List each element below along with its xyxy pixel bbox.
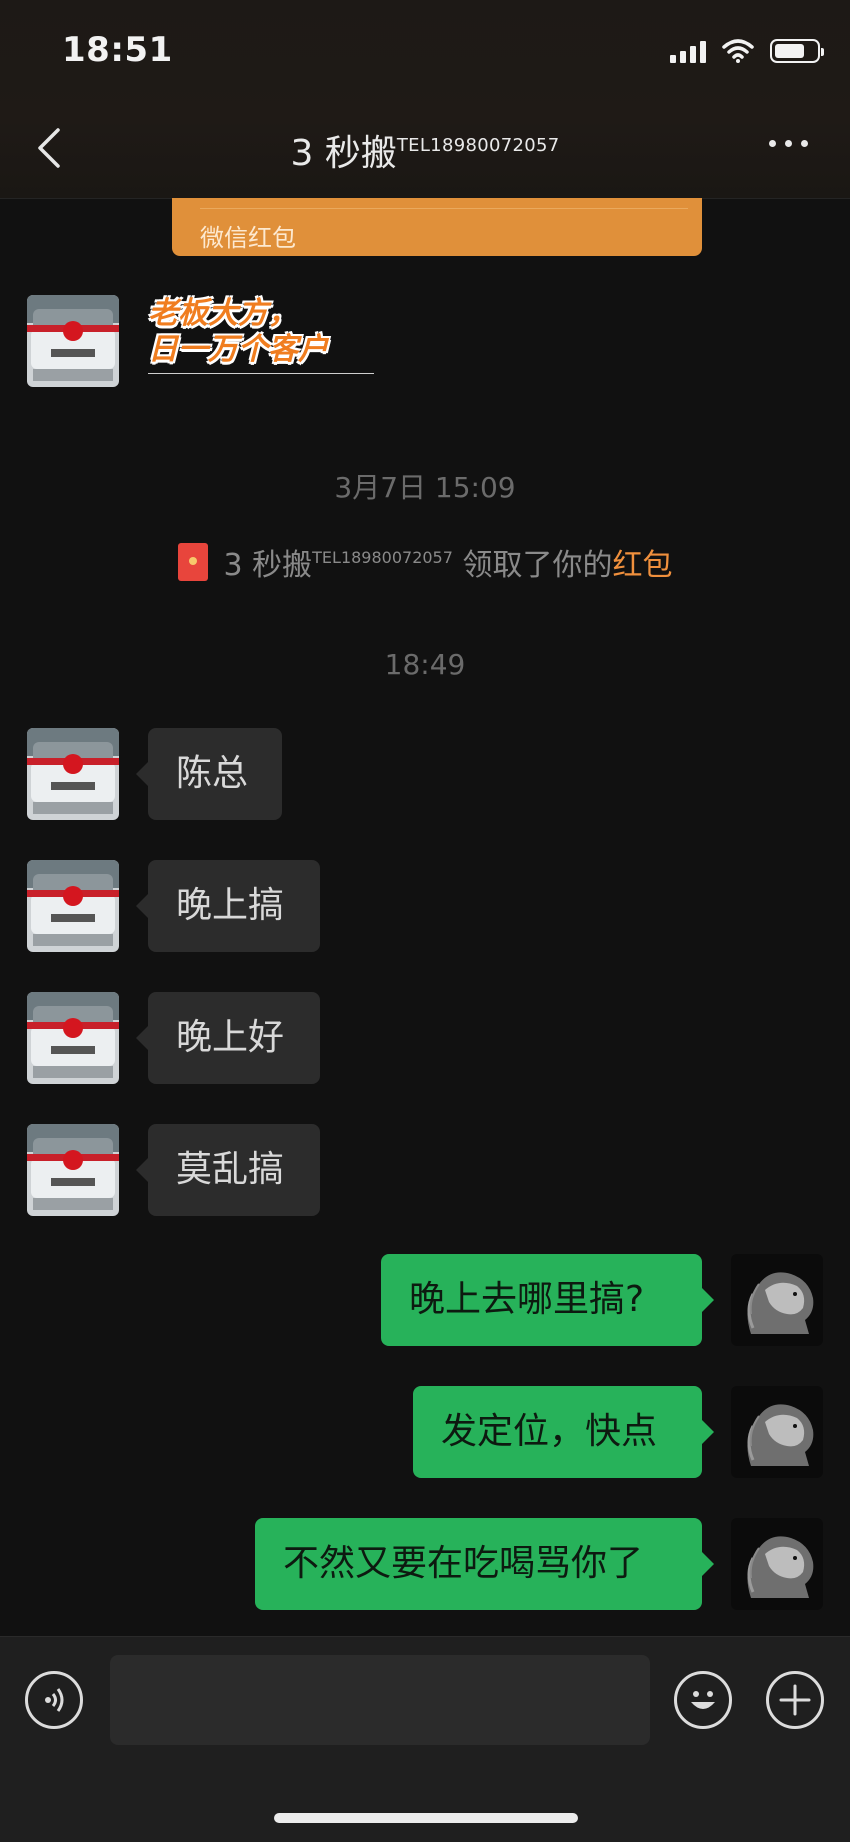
- more-icon[interactable]: [769, 140, 808, 147]
- system-message: 3 秒搬TEL18980072057 领取了你的红包: [0, 540, 850, 584]
- system-text: 领取了你的: [462, 548, 613, 583]
- contact-avatar[interactable]: [27, 1124, 119, 1216]
- system-sender-tel: TEL18980072057: [312, 548, 453, 567]
- my-avatar[interactable]: [731, 1518, 823, 1610]
- outgoing-message[interactable]: 晚上去哪里搞?: [381, 1254, 714, 1346]
- contact-avatar[interactable]: [27, 860, 119, 952]
- red-packet-link[interactable]: 红包: [612, 548, 672, 583]
- battery-icon: [770, 39, 824, 63]
- contact-avatar[interactable]: [27, 295, 119, 387]
- my-avatar[interactable]: [731, 1254, 823, 1346]
- timestamp: 18:49: [384, 648, 466, 681]
- input-bar: [0, 1636, 850, 1842]
- contact-avatar[interactable]: [27, 728, 119, 820]
- chat-title: 3 秒搬TEL18980072057: [0, 124, 850, 176]
- status-icons: [670, 36, 824, 66]
- home-indicator: [274, 1813, 578, 1823]
- chat-title-tel: TEL18980072057: [396, 135, 560, 156]
- incoming-message[interactable]: 莫乱搞: [136, 1124, 320, 1216]
- sticker-line2: 日一万个客户: [148, 332, 328, 367]
- my-avatar[interactable]: [731, 1386, 823, 1478]
- outgoing-message[interactable]: 不然又要在吃喝骂你了: [255, 1518, 714, 1610]
- wifi-icon: [722, 39, 754, 63]
- sticker-line1: 老板大方，: [148, 296, 298, 331]
- contact-avatar[interactable]: [27, 992, 119, 1084]
- add-icon[interactable]: [766, 1671, 824, 1729]
- red-packet-label: 微信红包: [200, 224, 296, 252]
- timestamp: 3月7日 15:09: [334, 471, 516, 504]
- signal-icon: [670, 39, 706, 63]
- chat-title-name: 3 秒搬: [290, 133, 397, 174]
- message-input[interactable]: [110, 1655, 650, 1745]
- red-packet-icon: [177, 543, 208, 581]
- outgoing-message[interactable]: 发定位，快点: [413, 1386, 714, 1478]
- sticker-message[interactable]: 老板大方， 日一万个客户: [148, 296, 374, 374]
- incoming-message[interactable]: 陈总: [136, 728, 282, 820]
- incoming-message[interactable]: 晚上搞: [136, 860, 320, 952]
- incoming-message[interactable]: 晚上好: [136, 992, 320, 1084]
- voice-icon[interactable]: [25, 1671, 83, 1729]
- system-sender: 3 秒搬: [223, 548, 313, 583]
- status-time: 18:51: [62, 30, 173, 70]
- red-packet-message[interactable]: 微信红包: [172, 198, 702, 256]
- emoji-icon[interactable]: [674, 1671, 732, 1729]
